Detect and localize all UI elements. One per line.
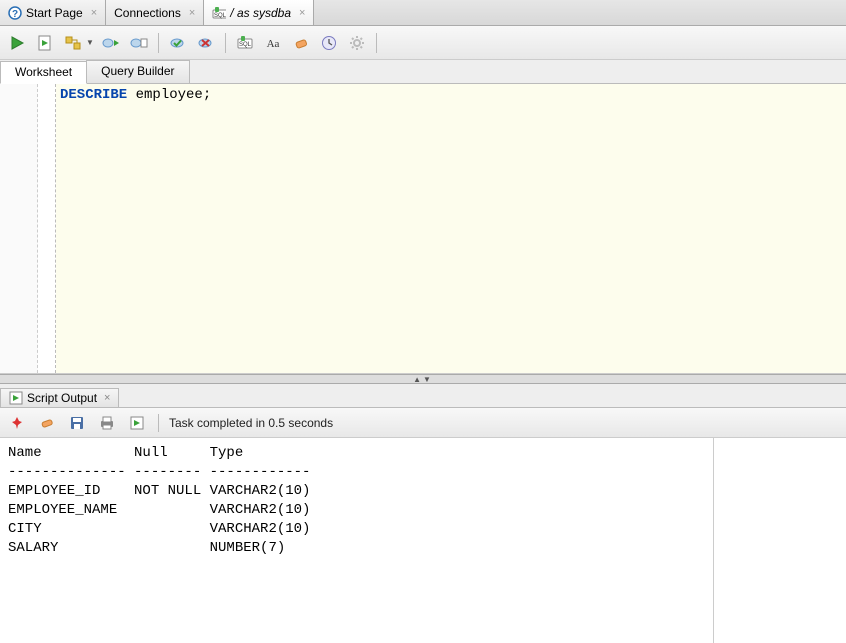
sql-keyword: DESCRIBE — [60, 87, 127, 103]
commit-icon[interactable] — [167, 32, 189, 54]
tab-label: Start Page — [26, 6, 83, 20]
sub-tab-label: Query Builder — [101, 64, 174, 78]
svg-text:SQL: SQL — [239, 42, 252, 48]
print-icon[interactable] — [96, 412, 118, 434]
output-panel: Name Null Type -------------- -------- -… — [0, 438, 846, 643]
tab-start-page[interactable]: ? Start Page × — [0, 0, 106, 25]
save-icon[interactable] — [66, 412, 88, 434]
close-icon[interactable]: × — [189, 7, 195, 19]
worksheet-toolbar: ▼ SQL Aa — [0, 26, 846, 60]
sql-icon: SQL — [212, 6, 226, 20]
settings-icon[interactable] — [346, 32, 368, 54]
sql-history-icon[interactable] — [318, 32, 340, 54]
output-toolbar: Task completed in 0.5 seconds — [0, 408, 846, 438]
output-tab-label: Script Output — [27, 391, 97, 405]
sql-editor[interactable]: DESCRIBE employee; — [0, 84, 846, 374]
explain-plan-icon — [62, 32, 84, 54]
document-tab-bar: ? Start Page × Connections × SQL / as sy… — [0, 0, 846, 26]
describe-output[interactable]: Name Null Type -------------- -------- -… — [0, 438, 714, 643]
output-tab-bar: Script Output × — [0, 384, 846, 408]
separator — [158, 33, 159, 53]
editor-margin — [38, 84, 56, 373]
pane-splitter[interactable]: ▲▼ — [0, 374, 846, 384]
sub-tab-label: Worksheet — [15, 65, 72, 79]
question-icon: ? — [8, 6, 22, 20]
tab-script-output[interactable]: Script Output × — [0, 388, 119, 407]
separator — [225, 33, 226, 53]
clear-icon[interactable] — [290, 32, 312, 54]
close-icon[interactable]: × — [91, 7, 97, 19]
tab-connections[interactable]: Connections × — [106, 0, 204, 25]
tab-worksheet-sysdba[interactable]: SQL / as sysdba × — [204, 0, 314, 25]
tab-label: / as sysdba — [230, 6, 291, 20]
close-icon[interactable]: × — [299, 7, 305, 19]
explain-plan-dropdown[interactable]: ▼ — [62, 32, 94, 54]
chevron-down-icon: ▼ — [86, 38, 94, 47]
sub-tab-worksheet[interactable]: Worksheet — [0, 61, 87, 84]
separator — [158, 414, 159, 432]
separator — [376, 33, 377, 53]
task-status-text: Task completed in 0.5 seconds — [169, 416, 333, 430]
script-output-icon — [9, 391, 23, 405]
output-side-panel — [714, 438, 846, 643]
splitter-arrows-icon: ▲▼ — [413, 375, 433, 384]
unshared-sql-icon[interactable]: SQL — [234, 32, 256, 54]
svg-text:Aa: Aa — [267, 38, 280, 50]
sql-text: employee; — [127, 87, 211, 103]
clear-output-icon[interactable] — [36, 412, 58, 434]
case-icon[interactable]: Aa — [262, 32, 284, 54]
svg-text:SQL: SQL — [214, 13, 226, 19]
run-script-icon[interactable] — [34, 32, 56, 54]
worksheet-sub-tabs: Worksheet Query Builder — [0, 60, 846, 84]
close-icon[interactable]: × — [104, 392, 110, 404]
pin-icon[interactable] — [6, 412, 28, 434]
autotrace-icon[interactable] — [100, 32, 122, 54]
run-icon[interactable] — [6, 32, 28, 54]
sub-tab-query-builder[interactable]: Query Builder — [86, 60, 189, 83]
svg-text:?: ? — [12, 9, 18, 20]
editor-gutter — [0, 84, 38, 373]
rollback-icon[interactable] — [195, 32, 217, 54]
tab-label: Connections — [114, 6, 181, 20]
run-output-icon[interactable] — [126, 412, 148, 434]
code-content[interactable]: DESCRIBE employee; — [56, 84, 846, 373]
sql-tuning-icon[interactable] — [128, 32, 150, 54]
